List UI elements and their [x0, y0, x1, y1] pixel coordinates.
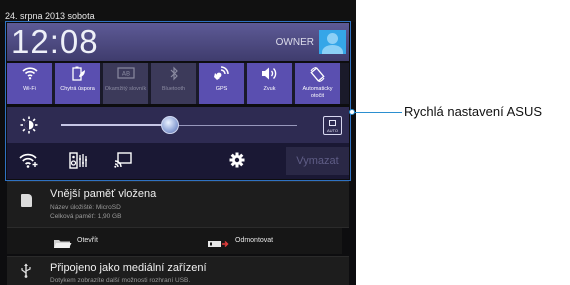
notification-sd-card[interactable]: Vnější paměť vložena Název úložiště: Mic… — [7, 181, 349, 227]
unmount-icon — [207, 236, 229, 254]
notification-title: Připojeno jako mediální zařízení — [50, 262, 207, 274]
divider — [342, 228, 349, 255]
unmount-action-label[interactable]: Odmontovat — [235, 237, 273, 244]
callout-dot — [349, 109, 355, 115]
notification-line: Dotykem zobrazíte další možnosti rozhran… — [50, 277, 191, 284]
notification-actions: Otevřít Odmontovat — [7, 227, 349, 255]
sd-card-icon — [21, 194, 32, 207]
usb-icon — [20, 263, 32, 281]
notification-line: Celková paměť: 1,90 GB — [50, 213, 122, 220]
notification-line: Název úložiště: MicroSD — [50, 204, 121, 211]
notification-title: Vnější paměť vložena — [50, 188, 157, 200]
quick-settings-highlight-frame — [5, 21, 351, 181]
status-bar: 24. srpna 2013 sobota — [0, 0, 356, 22]
status-date: 24. srpna 2013 sobota — [5, 11, 95, 21]
callout-label: Rychlá nastavení ASUS — [404, 104, 543, 119]
notification-usb[interactable]: Připojeno jako mediální zařízení Dotykem… — [7, 256, 349, 285]
callout-line — [351, 112, 402, 113]
open-action-label[interactable]: Otevřít — [77, 237, 98, 244]
folder-icon — [53, 236, 72, 254]
